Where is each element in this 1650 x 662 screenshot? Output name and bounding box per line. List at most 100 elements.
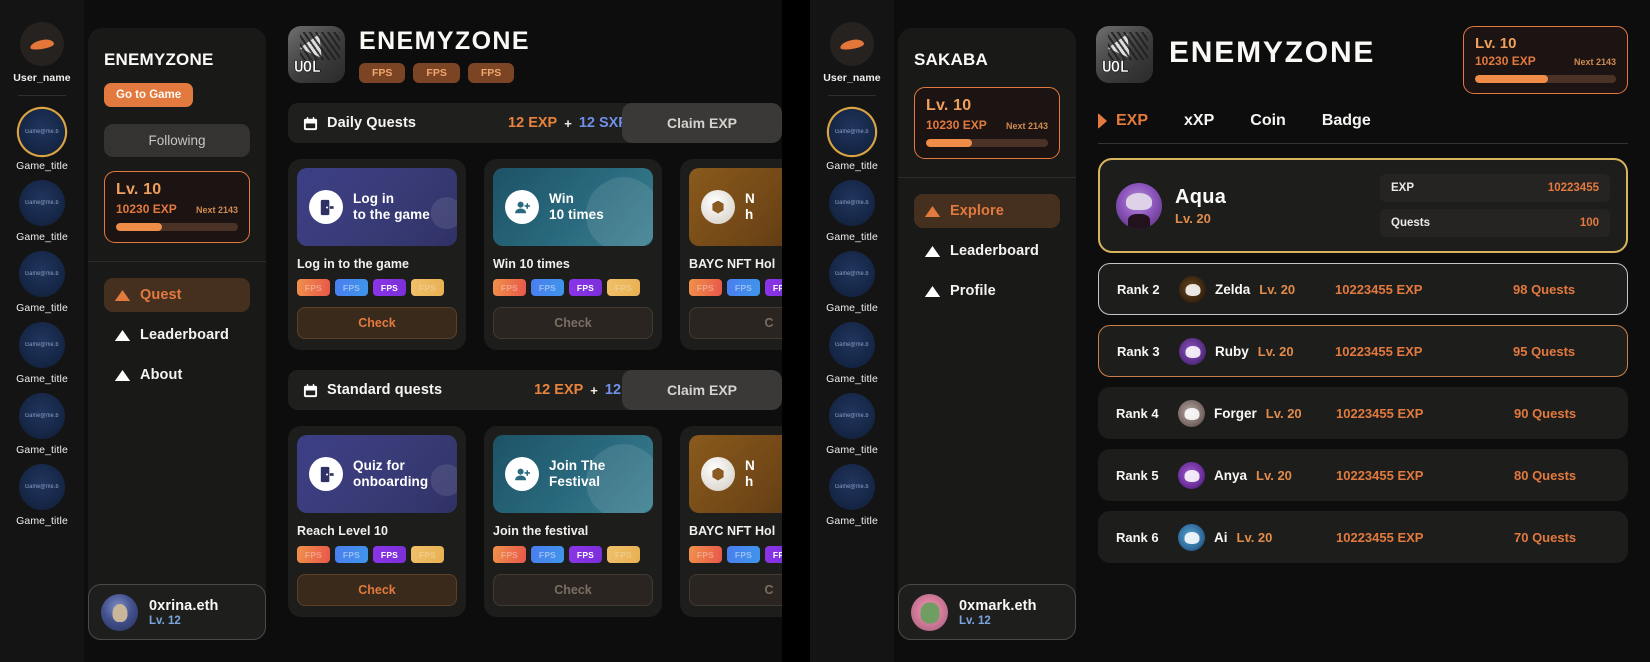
sidebar-item-about[interactable]: About [104,358,250,392]
player-exp: 10223455 EXP [1335,281,1423,297]
player-name: Zelda [1215,281,1251,297]
quest-card[interactable]: ⬤ Join The Festival Join the festival FPS… [484,426,662,617]
tab-xxp[interactable]: xXP [1184,112,1214,130]
quest-chip: FPS [531,279,564,296]
leaderboard-row[interactable]: Rank 5 Anya Lv. 20 10223455 EXP 80 Quest… [1098,449,1628,501]
quest-name: Join the festival [493,524,589,538]
leaderboard-top-card[interactable]: Aqua Lv. 20 EXP 10223455 Quests 100 [1098,158,1628,253]
rail-game-item[interactable]: Game@me.b Game_title [826,322,878,385]
game-thumb-icon: Game@me.b [829,393,875,439]
rail-game-label: Game_title [826,444,878,456]
quest-chips: FPS FPS FPS FPS [689,279,782,296]
check-button[interactable]: Check [297,307,457,339]
rail-game-item[interactable]: Game@me.b Game_title [826,464,878,527]
quest-card[interactable]: ⬤ Win 10 times Win 10 times FPS FPS FPS F… [484,159,662,350]
sidebar-item-label: About [140,367,183,383]
quest-chip: FPS [531,546,564,563]
level-exp: 10230 EXP [926,118,987,132]
go-to-game-button[interactable]: Go to Game [104,83,194,107]
sidebar-item-quest[interactable]: Quest [104,278,250,312]
rail-game-item[interactable]: Game@me.b Game_title [16,180,68,243]
check-button[interactable]: C [689,574,782,606]
level-value: Lv. 10 [116,181,162,198]
rail-game-item[interactable]: Game@me.b Game_title [826,180,878,243]
rank-label: Rank 6 [1116,529,1159,545]
rail-game-item[interactable]: Game@me.b Game_title [826,251,878,314]
rail-game-label: Game_title [16,444,68,456]
quest-chips: FPS FPS FPS FPS [689,546,782,563]
tab-exp[interactable]: EXP [1098,112,1148,130]
rail-divider [18,95,66,96]
game-thumb-icon: Game@me.b [19,393,65,439]
quest-chip: FPS [765,546,782,563]
sidebar-item-label: Explore [950,203,1004,219]
player-level: Lv. 20 [1265,405,1302,421]
rail-game-label: Game_title [826,160,878,172]
player-name: Forger [1214,405,1257,421]
rail-username: User_name [13,72,71,84]
quest-chips: FPS FPS FPS FPS [297,279,457,296]
claim-exp-button[interactable]: Claim EXP [622,103,782,143]
left-panel: User_name Game@me.b Game_title Game@me.b… [0,0,782,662]
user-profile-pill[interactable]: 0xrina.eth Lv. 12 [88,584,266,640]
sidebar-divider [88,261,266,262]
quest-card[interactable]: Nh BAYC NFT Hol FPS FPS FPS FPS C [680,159,782,350]
quest-name: BAYC NFT Hol [689,257,776,271]
page-title: ENEMYZONE [359,26,530,55]
level-exp: 10230 EXP [116,202,177,216]
quest-chip: FPS [727,279,760,296]
check-button[interactable]: Check [493,307,653,339]
quest-banner: Nh [689,435,782,513]
rail-game-item[interactable]: Game@me.b Game_title [826,109,878,172]
leaderboard-row[interactable]: Rank 2 Zelda Lv. 20 10223455 EXP 98 Ques… [1098,263,1628,315]
claim-exp-button[interactable]: Claim EXP [622,370,782,410]
player-exp: 10223455 EXP [1336,405,1424,421]
rail-game-item[interactable]: Game@me.b Game_title [16,251,68,314]
profile-icon [924,285,941,297]
quest-name: Log in to the game [297,257,410,271]
user-avatar-icon[interactable] [830,22,874,66]
player-name: Aqua [1175,185,1227,208]
rail-game-item[interactable]: Game@me.b Game_title [16,109,68,172]
tab-coin[interactable]: Coin [1250,112,1286,130]
check-button[interactable]: Check [493,574,653,606]
quest-chip: FPS [373,279,406,296]
section-reward-plus: + [590,382,598,398]
rail-game-item[interactable]: Game@me.b Game_title [16,464,68,527]
rail-game-label: Game_title [826,515,878,527]
genre-tag: FPS [413,62,460,83]
rail-game-label: Game_title [16,302,68,314]
leaderboard-row[interactable]: Rank 4 Forger Lv. 20 10223455 EXP 90 Que… [1098,387,1628,439]
check-button[interactable]: Check [297,574,457,606]
leaderboard-row[interactable]: Rank 3 Ruby Lv. 20 10223455 EXP 95 Quest… [1098,325,1628,377]
stat-key: EXP [1391,182,1415,194]
sidebar-item-leaderboard[interactable]: Leaderboard [104,318,250,352]
level-progress-bar [116,223,238,231]
tab-badge[interactable]: Badge [1322,112,1371,130]
quest-banner-title: Join The Festival [549,458,606,489]
quest-card[interactable]: ● Log in to the game Log in to the game F… [288,159,466,350]
level-exp: 10230 EXP [1475,54,1536,68]
leaderboard-row[interactable]: Rank 6 Ai Lv. 20 10223455 EXP 70 Quests [1098,511,1628,563]
quest-name: BAYC NFT Hol [689,524,776,538]
rail-game-item[interactable]: Game@me.b Game_title [16,393,68,456]
sidebar-item-leaderboard[interactable]: Leaderboard [914,234,1060,268]
sidebar-item-profile[interactable]: Profile [914,274,1060,308]
following-button[interactable]: Following [104,124,250,157]
quest-card[interactable]: ● Quiz for onboarding Reach Level 10 FPS … [288,426,466,617]
section-reward-exp: 12 EXP [534,382,584,398]
rail-game-item[interactable]: Game@me.b Game_title [826,393,878,456]
quest-chip: FPS [411,546,444,563]
player-exp: 10223455 EXP [1335,343,1423,359]
sidebar-item-explore[interactable]: Explore [914,194,1060,228]
check-button[interactable]: C [689,307,782,339]
rail-game-item[interactable]: Game@me.b Game_title [16,322,68,385]
player-exp: 10223455 EXP [1336,529,1424,545]
section-reward-sxp: 12 SXP [578,115,628,131]
user-avatar-icon[interactable] [20,22,64,66]
standard-quests-bar: Standard quests 12 EXP + 12 SXP Claim EX… [288,370,782,410]
player-level: Lv. 20 [1259,281,1296,297]
user-profile-pill[interactable]: 0xmark.eth Lv. 12 [898,584,1076,640]
quest-card[interactable]: Nh BAYC NFT Hol FPS FPS FPS FPS C [680,426,782,617]
quest-banner-title: Win 10 times [549,191,604,222]
